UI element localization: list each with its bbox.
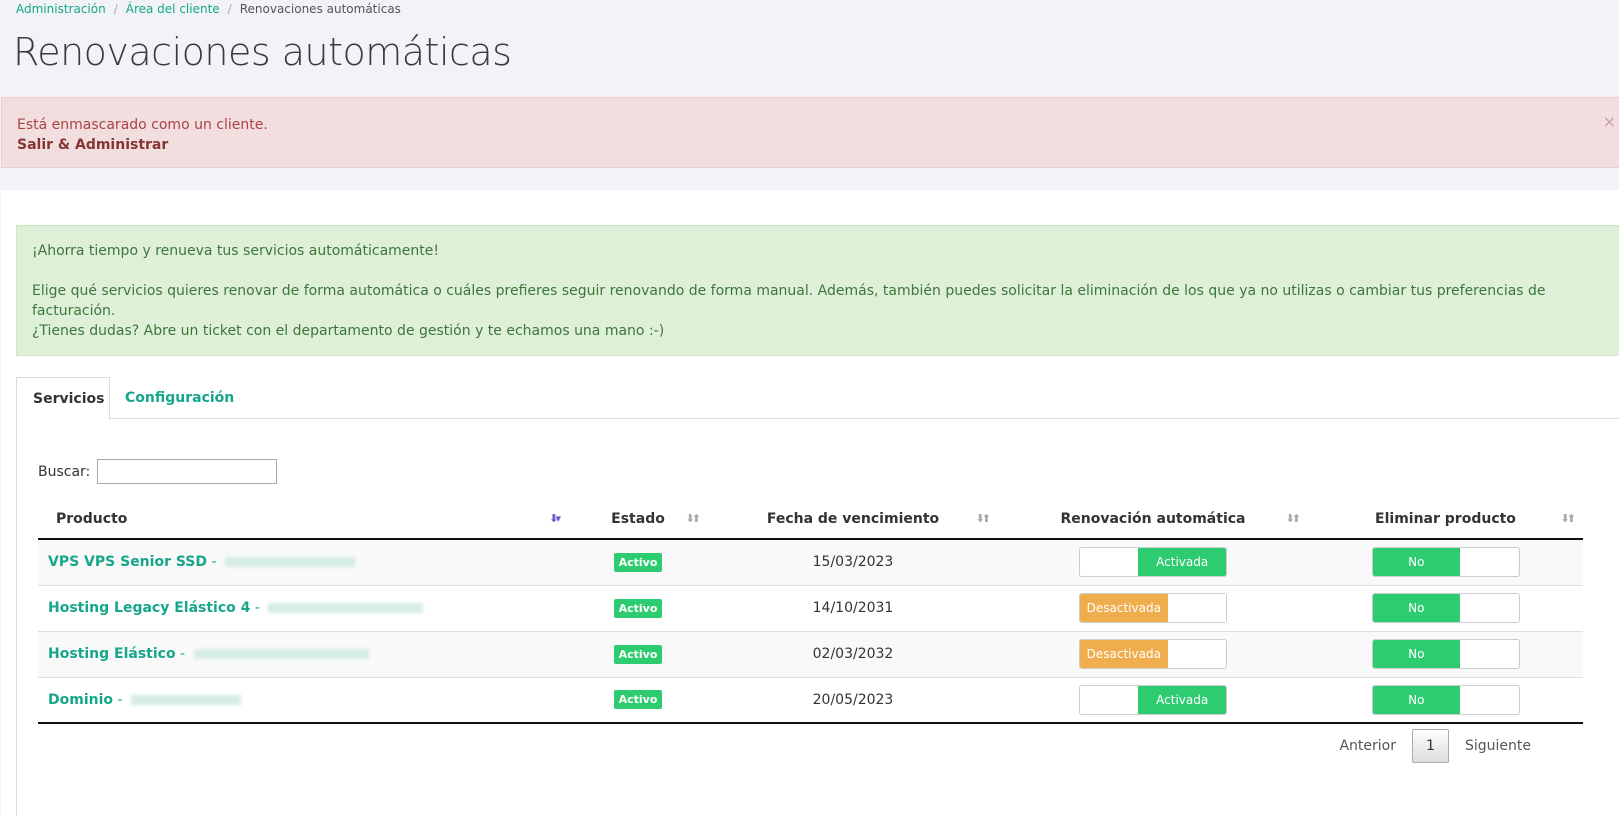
- auto-renew-toggle[interactable]: Activada: [1079, 547, 1227, 578]
- sort-icon: ⬇⬆: [1560, 512, 1577, 525]
- delete-toggle[interactable]: No: [1371, 593, 1520, 623]
- table-header-row: Producto ⬇▾ Estado ⬇⬆ Fecha de vencimiento…: [38, 499, 1583, 540]
- header-status[interactable]: Estado ⬇⬆: [568, 499, 708, 540]
- header-delete[interactable]: Eliminar producto ⬇⬆: [1308, 499, 1583, 540]
- services-table: Producto ⬇▾ Estado ⬇⬆ Fecha de vencimiento…: [38, 499, 1583, 724]
- auto-renew-toggle[interactable]: Activada: [1079, 684, 1227, 715]
- product-link[interactable]: Hosting Legacy Elástico 4 -: [48, 600, 264, 616]
- breadcrumb-admin[interactable]: Administración: [16, 2, 106, 16]
- tabs: Servicios Configuración: [16, 377, 1619, 420]
- header-due[interactable]: Fecha de vencimiento ⬇⬆: [708, 499, 998, 540]
- tab-config[interactable]: Configuración: [109, 377, 250, 419]
- info-line-3: ¿Tienes dudas? Abre un ticket con el dep…: [32, 323, 665, 339]
- redacted-domain: [224, 557, 355, 568]
- table-row: Hosting Elástico - Activo 02/03/2032 Des…: [38, 631, 1583, 677]
- auto-renew-toggle[interactable]: Desactivada: [1079, 639, 1227, 669]
- info-line-1: ¡Ahorra tiempo y renueva tus servicios a…: [32, 243, 439, 259]
- header-auto[interactable]: Renovación automática ⬇⬆: [998, 499, 1308, 540]
- redacted-domain: [130, 694, 241, 705]
- masquerade-text: Está enmascarado como un cliente.: [17, 117, 268, 133]
- redacted-domain: [268, 603, 424, 613]
- search-row: Buscar:: [38, 459, 278, 484]
- prev-page-button[interactable]: Anterior: [1339, 738, 1396, 754]
- search-input[interactable]: [97, 459, 278, 484]
- product-link[interactable]: Dominio -: [48, 692, 127, 708]
- table-row: VPS VPS Senior SSD - Activo 15/03/2023 A…: [38, 539, 1583, 585]
- next-page-button[interactable]: Siguiente: [1465, 738, 1531, 754]
- info-alert: ¡Ahorra tiempo y renueva tus servicios a…: [16, 225, 1619, 356]
- sort-icon: ⬇⬆: [975, 512, 992, 525]
- table-row: Dominio - Activo 20/05/2023 Activada No: [38, 677, 1583, 723]
- page-number-button[interactable]: 1: [1411, 729, 1449, 763]
- breadcrumb-client-area[interactable]: Área del cliente: [126, 2, 220, 16]
- delete-toggle[interactable]: No: [1371, 684, 1520, 715]
- tab-content: Buscar: Producto ⬇▾ Estado ⬇⬆ Fecha de ven…: [16, 419, 1619, 816]
- breadcrumb-separator: /: [113, 2, 118, 16]
- product-link[interactable]: VPS VPS Senior SSD -: [48, 554, 221, 570]
- page-title: Renovaciones automáticas: [13, 30, 512, 74]
- search-label: Buscar:: [38, 463, 91, 480]
- close-icon[interactable]: ×: [1603, 112, 1616, 132]
- due-date: 15/03/2023: [812, 554, 894, 571]
- auto-renew-toggle[interactable]: Desactivada: [1079, 593, 1227, 623]
- header-product[interactable]: Producto ⬇▾: [38, 499, 568, 540]
- due-date: 20/05/2023: [812, 691, 894, 708]
- breadcrumb-current: Renovaciones automáticas: [239, 2, 401, 16]
- delete-toggle[interactable]: No: [1371, 547, 1520, 578]
- exit-admin-link[interactable]: Salir & Administrar: [17, 135, 1615, 155]
- breadcrumb-separator: /: [227, 2, 232, 16]
- status-badge: Activo: [613, 644, 663, 664]
- product-link[interactable]: Hosting Elástico -: [48, 646, 190, 662]
- table-row: Hosting Legacy Elástico 4 - Activo 14/10…: [38, 585, 1583, 631]
- sort-icon: ⬇⬆: [1285, 512, 1302, 525]
- status-badge: Activo: [613, 552, 663, 572]
- breadcrumb: Administración / Área del cliente / Renovaci…: [16, 2, 401, 16]
- due-date: 14/10/2031: [812, 600, 894, 616]
- pagination: Anterior 1 Siguiente: [1339, 729, 1531, 763]
- sort-icon: ⬇⬆: [685, 512, 702, 525]
- due-date: 02/03/2032: [812, 646, 894, 662]
- main-panel: ¡Ahorra tiempo y renueva tus servicios a…: [1, 190, 1619, 816]
- redacted-domain: [193, 649, 369, 659]
- masquerade-alert: Está enmascarado como un cliente. Salir …: [1, 97, 1619, 168]
- delete-toggle[interactable]: No: [1371, 639, 1520, 669]
- tab-services[interactable]: Servicios: [16, 377, 110, 420]
- sort-desc-icon: ⬇▾: [549, 512, 561, 525]
- info-line-2: Elige qué servicios quieres renovar de f…: [32, 283, 1546, 319]
- status-badge: Activo: [613, 598, 663, 618]
- status-badge: Activo: [613, 690, 663, 710]
